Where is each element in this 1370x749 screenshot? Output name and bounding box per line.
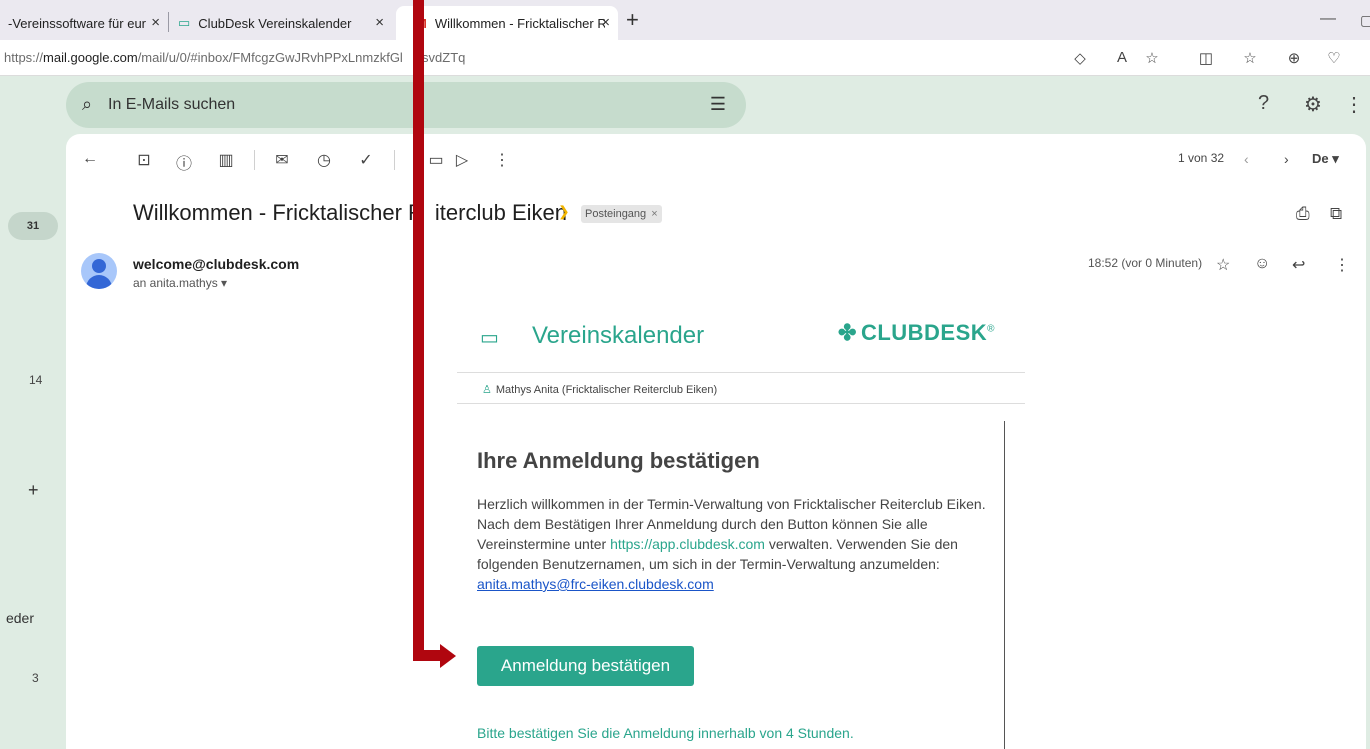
tab-divider: [168, 12, 169, 32]
tab-close-icon[interactable]: ×: [601, 14, 610, 31]
message-view: [66, 134, 1366, 749]
star-icon[interactable]: ☆: [1216, 255, 1230, 275]
nav-count-label: 3: [32, 671, 39, 685]
add-label-button[interactable]: +: [28, 480, 39, 501]
brand-title: Vereinskalender: [532, 322, 705, 349]
mark-unread-icon[interactable]: ✉: [272, 150, 292, 170]
label-icon[interactable]: ▷: [452, 150, 472, 170]
move-to-icon[interactable]: ▭: [426, 150, 446, 170]
annotation-arrow-bend: [413, 650, 443, 661]
favorites-icon[interactable]: ☆: [1240, 49, 1260, 67]
help-icon[interactable]: ?: [1258, 92, 1269, 115]
message-timestamp: 18:52 (vor 0 Minuten): [1088, 256, 1203, 270]
more-options-icon[interactable]: ⋮: [492, 150, 512, 170]
user-name: Mathys Anita (Fricktalischer Reiterclub …: [495, 384, 718, 396]
tab-vereinssoftware[interactable]: -Vereinssoftware für eure V ×: [0, 6, 168, 40]
url-host: mail.google.com: [43, 50, 138, 65]
older-chevron-icon[interactable]: ›: [1284, 151, 1289, 167]
recipient-details[interactable]: an anita.mathys ▾: [133, 276, 227, 290]
email-subject: Willkommen - Fricktalischer R iterclub Ei…: [133, 200, 567, 226]
sender-avatar: [81, 253, 117, 289]
welcome-paragraph: Herzlich willkommen in der Termin-Verwal…: [477, 496, 986, 592]
nav-label-partial[interactable]: eder: [0, 610, 34, 626]
remove-label-icon[interactable]: ×: [651, 208, 657, 220]
search-bar[interactable]: ⌕ In E-Mails suchen ☰: [66, 82, 746, 128]
reply-icon[interactable]: ↩: [1292, 255, 1305, 275]
calendar-icon: ▭: [480, 327, 499, 349]
confirm-heading: Ihre Anmeldung bestätigen: [477, 448, 760, 473]
subject-text-cont: iterclub Eiken: [434, 200, 567, 225]
toolbar-divider: [394, 150, 395, 170]
emoji-reaction-icon[interactable]: ☺: [1254, 255, 1270, 273]
language-badge: De: [1312, 151, 1329, 166]
important-marker-icon[interactable]: ❯: [558, 203, 570, 220]
url-prefix: https://: [4, 50, 44, 65]
confirm-registration-button[interactable]: Anmeldung bestätigen: [477, 646, 694, 686]
read-aloud-icon[interactable]: A: [1112, 49, 1132, 66]
url-path: /mail/u/0/#inbox/FMfcgzGwJRvhPPxLnmzkfGl: [137, 50, 403, 65]
message-more-icon[interactable]: ⋮: [1334, 255, 1350, 275]
toolbar-divider: [254, 150, 255, 170]
settings-gear-icon[interactable]: ⚙: [1304, 92, 1322, 117]
person-icon: ♙: [482, 384, 492, 396]
url-field[interactable]: https://mail.google.com/mail/u/0/#inbox/…: [4, 50, 465, 65]
input-tools-button[interactable]: De ▾: [1312, 151, 1339, 167]
report-spam-icon[interactable]: ⓘ: [174, 150, 194, 174]
content-border: [1004, 421, 1005, 749]
tab-close-icon[interactable]: ×: [151, 14, 160, 31]
archive-icon[interactable]: ⊡: [134, 150, 154, 170]
tab-title: Willkommen - Fricktalischer Reite: [434, 15, 605, 31]
reader-view-icon[interactable]: ◇: [1070, 49, 1090, 67]
sender-email[interactable]: welcome@clubdesk.com: [133, 256, 299, 272]
tab-clubdesk-vereinskalender[interactable]: ▭ ClubDesk Vereinskalender ×: [170, 6, 392, 40]
delete-icon[interactable]: ▥: [216, 150, 236, 170]
expiry-note: Bitte bestätigen Sie die Anmeldung inner…: [477, 725, 854, 741]
username-email-link[interactable]: anita.mathys@frc-eiken.clubdesk.com: [477, 576, 714, 592]
user-line: ♙ Mathys Anita (Fricktalischer Reiterclub…: [482, 383, 717, 396]
newer-chevron-icon[interactable]: ‹: [1244, 151, 1249, 167]
split-screen-icon[interactable]: ◫: [1196, 49, 1216, 67]
subject-text: Willkommen - Fricktalischer R: [133, 200, 424, 225]
divider: [457, 372, 1025, 373]
tab-willkommen[interactable]: M Willkommen - Fricktalischer Reite ×: [396, 6, 618, 40]
clubdesk-app-link[interactable]: https://app.clubdesk.com: [610, 536, 765, 552]
pagination-count: 1 von 32: [1178, 151, 1225, 165]
favorite-star-icon[interactable]: ☆: [1142, 49, 1162, 67]
tab-title: ClubDesk Vereinskalender: [198, 15, 352, 31]
minimize-icon[interactable]: —: [1320, 10, 1336, 28]
nav-count-label: 14: [29, 373, 43, 387]
address-bar: https://mail.google.com/mail/u/0/#inbox/…: [0, 40, 1370, 76]
add-task-icon[interactable]: ✓: [356, 150, 376, 170]
divider: [457, 403, 1025, 404]
tab-title: -Vereinssoftware für eure V: [8, 15, 146, 31]
browser-essentials-icon[interactable]: ♡: [1324, 49, 1344, 67]
browser-tab-bar: -Vereinssoftware für eure V × ▭ ClubDesk…: [0, 0, 1370, 40]
apps-grid-icon[interactable]: ⋮⋮: [1344, 92, 1370, 117]
search-options-icon[interactable]: ☰: [710, 94, 726, 115]
inbox-label-chip[interactable]: Posteingang ×: [581, 205, 662, 223]
back-arrow-icon[interactable]: ←: [80, 150, 100, 168]
search-icon[interactable]: ⌕: [82, 94, 92, 115]
clover-icon: ✤: [838, 320, 857, 345]
calendar-icon: ▭: [178, 15, 191, 30]
snooze-icon[interactable]: ◷: [314, 150, 334, 170]
collections-icon[interactable]: ⊕: [1284, 49, 1304, 67]
annotation-arrow-head: [440, 644, 456, 668]
recipient-text: an anita.mathys: [133, 276, 218, 290]
restore-icon[interactable]: ▢: [1360, 12, 1370, 29]
new-tab-button[interactable]: +: [626, 9, 639, 31]
annotation-arrow-shaft: [413, 0, 424, 661]
search-input[interactable]: In E-Mails suchen: [108, 96, 235, 114]
label-chip-text: Posteingang: [585, 208, 647, 220]
clubdesk-logo: ✤ CLUBDESK®: [838, 320, 996, 345]
print-icon[interactable]: ⎙: [1296, 204, 1310, 224]
unread-count-badge[interactable]: 31: [8, 212, 58, 240]
tab-close-icon[interactable]: ×: [375, 14, 384, 31]
open-in-new-window-icon[interactable]: ⧉: [1330, 204, 1342, 224]
